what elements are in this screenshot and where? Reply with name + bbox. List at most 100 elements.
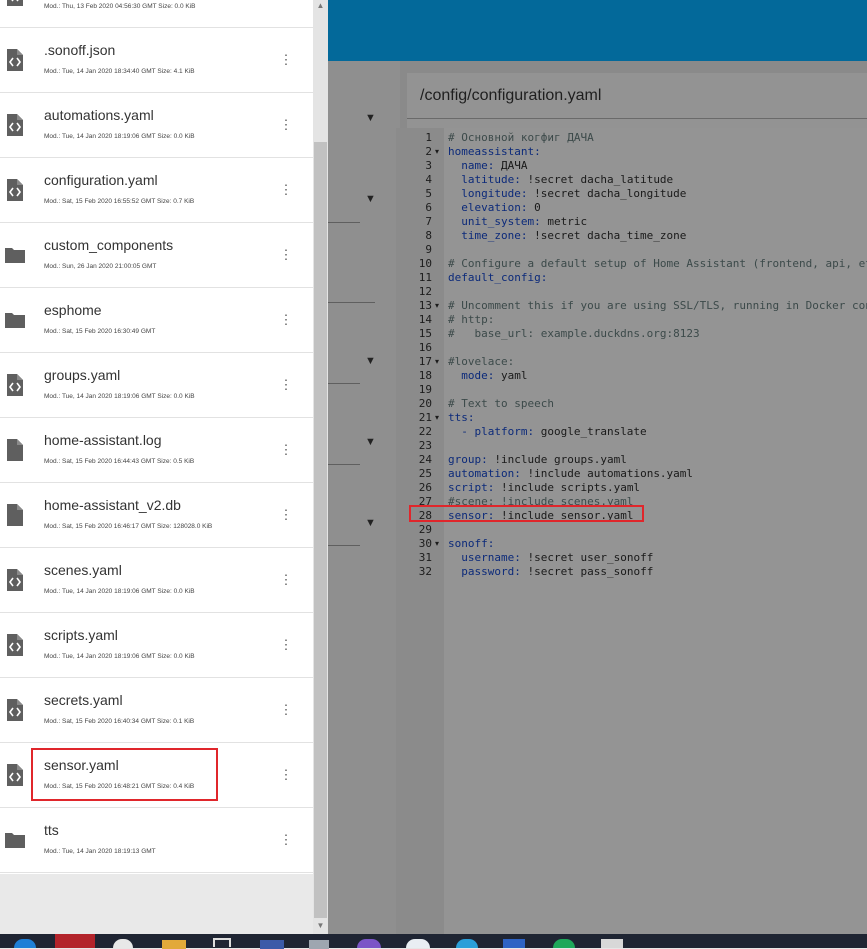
code-line[interactable]: time_zone: !secret dacha_time_zone: [448, 229, 686, 243]
scrollbar-thumb[interactable]: [314, 142, 327, 918]
fold-arrow-icon[interactable]: ▾: [435, 145, 439, 159]
taskbar-app-icon[interactable]: [113, 939, 133, 948]
file-list-item[interactable]: scenes.yaml Mod.: Tue, 14 Jan 2020 18:19:…: [0, 548, 313, 613]
code-line[interactable]: latitude: !secret dacha_latitude: [448, 173, 673, 187]
code-token: mode:: [448, 369, 501, 382]
file-icon: [4, 503, 26, 527]
file-name: esphome: [44, 302, 102, 318]
taskbar-app-icon[interactable]: [406, 939, 430, 948]
file-list-item[interactable]: scripts.yaml Mod.: Tue, 14 Jan 2020 18:19…: [0, 613, 313, 678]
file-list-item[interactable]: Mod.: Thu, 13 Feb 2020 04:56:30 GMT Size…: [0, 0, 313, 28]
code-line[interactable]: # Text to speech: [448, 397, 554, 411]
taskbar-app-icon[interactable]: [503, 939, 525, 948]
more-vert-icon[interactable]: ⋮: [279, 310, 293, 330]
file-list-item[interactable]: tts Mod.: Tue, 14 Jan 2020 18:19:13 GMT ⋮: [0, 808, 313, 873]
code-token: elevation:: [448, 201, 535, 214]
code-line[interactable]: password: !secret pass_sonoff: [448, 565, 653, 579]
line-number: 30: [418, 537, 432, 550]
fold-arrow-icon[interactable]: ▾: [435, 299, 439, 313]
code-line[interactable]: # Configure a default setup of Home Assi…: [448, 257, 867, 271]
file-list-item[interactable]: home-assistant.log Mod.: Sat, 15 Feb 2020…: [0, 418, 313, 483]
code-editor[interactable]: 1 2 ▾ 3 4 5 6 7 8 9 10 11 12 13 ▾ 14 15 16 17 ▾ 18 19 20 21 ▾ 22 2…: [396, 128, 867, 934]
taskbar-app-icon[interactable]: [213, 938, 231, 947]
more-vert-icon[interactable]: ⋮: [279, 505, 293, 525]
code-line[interactable]: # http:: [448, 313, 494, 327]
code-line[interactable]: #lovelace:: [448, 355, 514, 369]
file-code-icon: [4, 178, 26, 202]
file-code-icon: [4, 0, 26, 7]
line-number: 10: [418, 257, 432, 270]
more-vert-icon[interactable]: ⋮: [279, 570, 293, 590]
more-vert-icon[interactable]: ⋮: [279, 0, 293, 5]
taskbar-app-icon[interactable]: [357, 939, 381, 948]
file-code-icon: [4, 113, 26, 137]
code-line[interactable]: sonoff:: [448, 537, 494, 551]
code-token: yaml: [500, 369, 528, 382]
fold-arrow-icon[interactable]: ▾: [435, 355, 439, 369]
taskbar-app-icon[interactable]: [553, 939, 575, 948]
taskbar-app-icon[interactable]: [601, 939, 623, 948]
code-token: 0: [534, 201, 541, 214]
file-list-item[interactable]: groups.yaml Mod.: Tue, 14 Jan 2020 18:19:…: [0, 353, 313, 418]
chevron-down-icon[interactable]: ▼: [365, 193, 376, 205]
more-vert-icon[interactable]: ⋮: [279, 635, 293, 655]
more-vert-icon[interactable]: ⋮: [279, 375, 293, 395]
file-list-item[interactable]: secrets.yaml Mod.: Sat, 15 Feb 2020 16:40…: [0, 678, 313, 743]
taskbar-app-icon[interactable]: [55, 934, 95, 948]
file-name: tts: [44, 822, 59, 838]
file-meta: Mod.: Tue, 14 Jan 2020 18:19:06 GMT Size…: [44, 133, 195, 140]
code-line[interactable]: longitude: !secret dacha_longitude: [448, 187, 686, 201]
code-line[interactable]: default_config:: [448, 271, 547, 285]
code-line[interactable]: script: !include scripts.yaml: [448, 481, 640, 495]
line-number: 24: [418, 453, 432, 466]
more-vert-icon[interactable]: ⋮: [279, 440, 293, 460]
code-line[interactable]: elevation: 0: [448, 201, 541, 215]
more-vert-icon[interactable]: ⋮: [279, 180, 293, 200]
code-token: sonoff:: [448, 537, 495, 550]
chevron-down-icon[interactable]: ▼: [365, 517, 376, 529]
fold-arrow-icon[interactable]: ▾: [435, 411, 439, 425]
code-line[interactable]: tts:: [448, 411, 475, 425]
fold-arrow-icon[interactable]: ▾: [435, 537, 439, 551]
code-line[interactable]: mode: yaml: [448, 369, 527, 383]
file-list-item[interactable]: automations.yaml Mod.: Tue, 14 Jan 2020 1…: [0, 93, 313, 158]
more-vert-icon[interactable]: ⋮: [279, 50, 293, 70]
code-token: unit_system:: [448, 215, 548, 228]
more-vert-icon[interactable]: ⋮: [279, 830, 293, 850]
file-list-item[interactable]: home-assistant_v2.db Mod.: Sat, 15 Feb 20…: [0, 483, 313, 548]
file-list-item[interactable]: esphome Mod.: Sat, 15 Feb 2020 16:30:49 G…: [0, 288, 313, 353]
taskbar-app-icon[interactable]: [14, 939, 36, 948]
more-vert-icon[interactable]: ⋮: [279, 245, 293, 265]
chevron-down-icon[interactable]: ▼: [365, 436, 376, 448]
scroll-up-arrow-icon[interactable]: ▲: [313, 0, 328, 12]
code-line[interactable]: # Основной когфиг ДАЧА: [448, 131, 594, 145]
line-number: 9: [425, 243, 432, 256]
file-list-item[interactable]: configuration.yaml Mod.: Sat, 15 Feb 2020…: [0, 158, 313, 223]
code-line[interactable]: group: !include groups.yaml: [448, 453, 627, 467]
code-line[interactable]: # Uncomment this if you are using SSL/TL…: [448, 299, 867, 313]
drawer-footer: [0, 874, 313, 934]
code-line[interactable]: homeassistant:: [448, 145, 541, 159]
chevron-down-icon[interactable]: ▼: [365, 355, 376, 367]
code-token: ДАЧА: [500, 159, 528, 172]
taskbar-app-icon[interactable]: [456, 939, 478, 948]
chevron-down-icon[interactable]: ▼: [365, 112, 376, 124]
code-line[interactable]: username: !secret user_sonoff: [448, 551, 653, 565]
code-token: # http:: [448, 313, 495, 326]
code-line[interactable]: unit_system: metric: [448, 215, 587, 229]
code-token: - platform:: [448, 425, 541, 438]
code-line[interactable]: - platform: google_translate: [448, 425, 646, 439]
file-list-item[interactable]: .sonoff.json Mod.: Tue, 14 Jan 2020 18:34…: [0, 28, 313, 93]
line-number: 18: [418, 369, 432, 382]
more-vert-icon[interactable]: ⋮: [279, 700, 293, 720]
scroll-down-arrow-icon[interactable]: ▼: [313, 920, 328, 932]
code-line[interactable]: automation: !include automations.yaml: [448, 467, 693, 481]
more-vert-icon[interactable]: ⋮: [279, 765, 293, 785]
file-meta: Mod.: Sat, 15 Feb 2020 16:44:43 GMT Size…: [44, 458, 195, 465]
file-list-item[interactable]: custom_components Mod.: Sun, 26 Jan 2020 …: [0, 223, 313, 288]
line-number: 2: [425, 145, 432, 158]
more-vert-icon[interactable]: ⋮: [279, 115, 293, 135]
code-line[interactable]: name: ДАЧА: [448, 159, 527, 173]
code-token: #lovelace:: [448, 355, 515, 368]
code-line[interactable]: # base_url: example.duckdns.org:8123: [448, 327, 700, 341]
